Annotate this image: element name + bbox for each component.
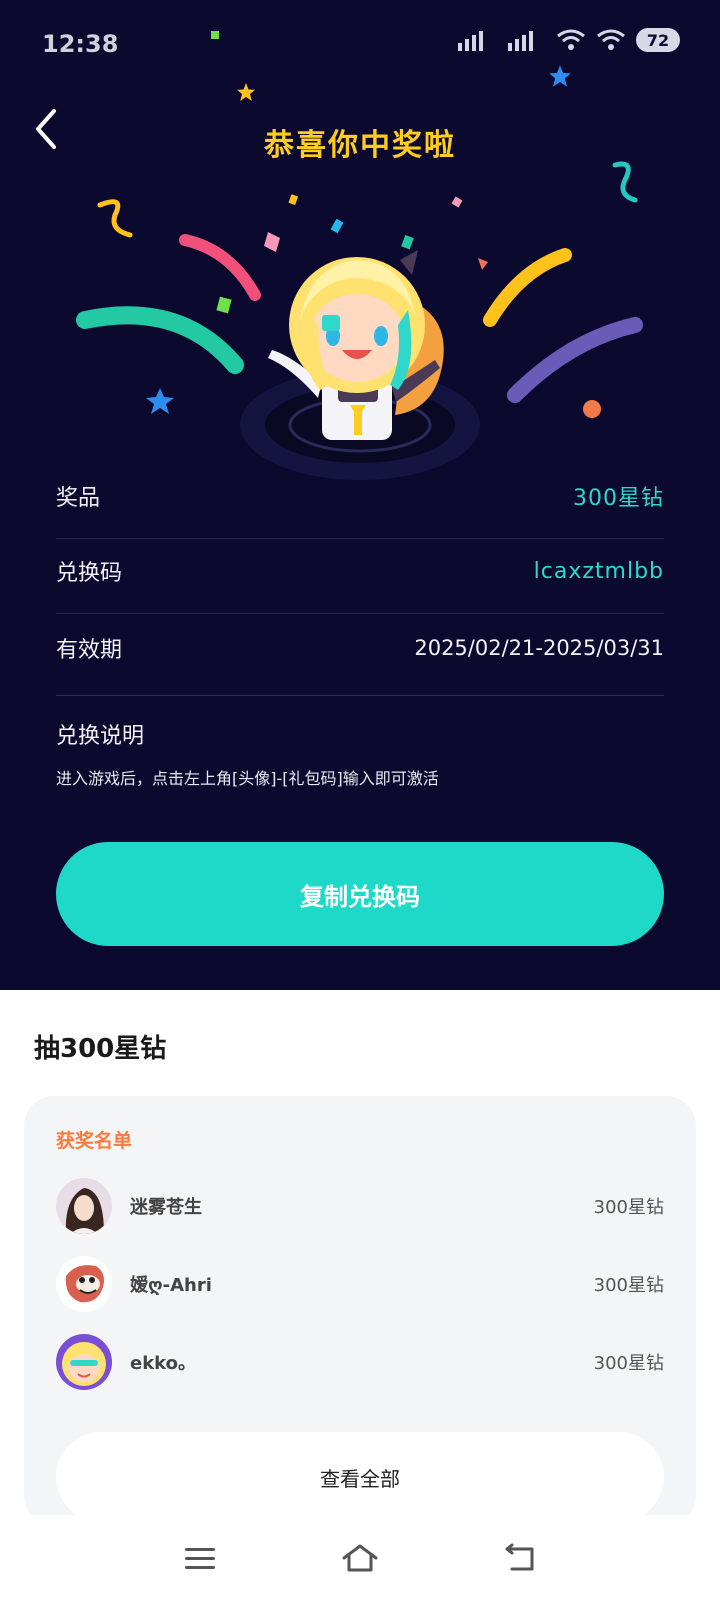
home-button[interactable] [330,1529,390,1589]
character-eye-right [374,326,388,346]
confetti-squiggle-teal [612,161,638,203]
menu-button[interactable] [170,1529,230,1589]
winner-name: ekko。 [130,1353,197,1374]
validity-value: 2025/02/21-2025/03/31 [414,636,664,660]
confetti-ribbon-pink [179,234,261,301]
status-icons: 72 [456,28,680,52]
winner-item: 嫒ღ-Ahri 300星钻 [56,1254,664,1314]
prize-row: 奖品 300星钻 [56,476,664,516]
avatar [56,1256,112,1312]
confetti-piece [216,296,232,314]
character-hairclip [322,315,340,331]
confetti-piece [401,234,414,250]
confetti-piece [264,232,280,252]
redeem-instructions-title: 兑换说明 [56,724,145,749]
divider [56,613,664,614]
winner-name: 嫒ღ-Ahri [130,1275,212,1296]
prize-label: 奖品 [56,486,101,511]
winners-card: 获奖名单 迷雾苍生 300星钻 嫒ღ-Ahri 300星钻 ekko。 300星… [24,1096,696,1526]
star-icon [237,83,255,101]
avatar [56,1334,112,1390]
star-icon [146,388,174,414]
winner-prize: 300星钻 [593,1353,664,1374]
divider [56,695,664,696]
code-label: 兑换码 [56,561,123,586]
celebration-illustration [76,161,643,480]
confetti-ribbon-green [76,306,244,374]
wifi-icon [557,29,585,50]
back-icon [505,1543,534,1571]
confetti-piece [211,31,219,39]
winners-list-title: 获奖名单 [56,1130,133,1152]
code-row: 兑换码 lcaxztmlbb [56,551,664,591]
signal-icon [458,31,483,51]
winner-prize: 300星钻 [593,1275,664,1296]
avatar-image [56,1178,112,1234]
avatar-image [56,1256,112,1312]
confetti-ribbon-yellow [483,248,572,327]
lottery-section: 抽300星钻 获奖名单 迷雾苍生 300星钻 嫒ღ-Ahri 300星钻 ekk… [0,990,720,1600]
character-ear [400,250,418,275]
copy-code-button[interactable]: 复制兑换码 [56,842,664,946]
confetti-piece [451,196,463,208]
lottery-title: 抽300星钻 [34,1034,167,1064]
view-all-button[interactable]: 查看全部 [56,1432,664,1522]
status-time: 12:38 [42,30,119,58]
prize-value: 300星钻 [573,486,664,511]
home-icon [342,1544,378,1572]
confetti-dot [583,400,601,418]
confetti-squiggle-yellow [97,199,133,238]
system-nav-bar [0,1515,720,1600]
confetti-ribbon-purple [507,317,643,403]
battery-indicator: 72 [636,28,680,52]
star-icon [549,65,571,87]
back-nav-button[interactable] [490,1529,550,1589]
status-bar: 12:38 72 [0,0,720,70]
winner-prize: 300星钻 [593,1197,664,1218]
validity-row: 有效期 2025/02/21-2025/03/31 [56,628,664,668]
prize-panel: 12:38 72 恭喜你中奖啦 奖品 300星钻 兑换码 lcaxztmlbb … [0,0,720,990]
divider [56,538,664,539]
avatar-image [56,1334,112,1390]
confetti-piece [330,218,344,234]
confetti-piece [478,258,488,270]
menu-icon [185,1548,215,1569]
wifi-icon-2 [597,29,625,50]
winner-item: ekko。 300星钻 [56,1332,664,1392]
signal-icon-2 [508,31,533,51]
confetti-piece [288,194,299,206]
winner-name: 迷雾苍生 [130,1197,202,1218]
validity-label: 有效期 [56,638,123,663]
redeem-code[interactable]: lcaxztmlbb [534,559,664,584]
winner-item: 迷雾苍生 300星钻 [56,1176,664,1236]
avatar [56,1178,112,1234]
redeem-instructions-text: 进入游戏后，点击左上角[头像]-[礼包码]输入即可激活 [56,769,439,788]
